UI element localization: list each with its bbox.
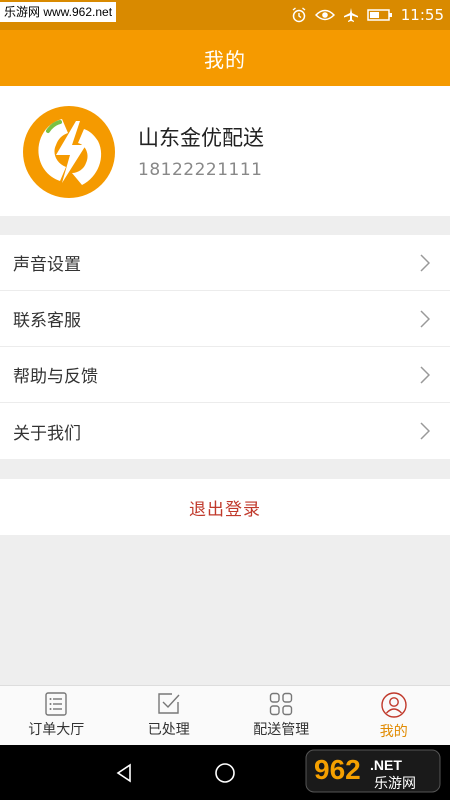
logout-button[interactable]: 退出登录 [0, 479, 450, 535]
airplane-icon [343, 8, 358, 22]
tab-order-hall[interactable]: 订单大厅 [0, 686, 113, 745]
chevron-right-icon [420, 254, 430, 272]
profile-card[interactable]: 山东金优配送 18122221111 [0, 86, 450, 216]
chevron-right-icon [420, 422, 430, 440]
menu-item-about-us[interactable]: 关于我们 [0, 403, 450, 459]
menu-item-label: 帮助与反馈 [13, 367, 98, 387]
check-box-icon [158, 693, 180, 714]
back-triangle-icon [116, 763, 131, 782]
menu-item-label: 声音设置 [13, 255, 81, 275]
watermark-number: 962 [314, 754, 361, 785]
user-icon [381, 692, 407, 718]
eye-icon [314, 9, 335, 21]
menu-item-sound-settings[interactable]: 声音设置 [0, 235, 450, 291]
page-title: 我的 [204, 47, 246, 72]
settings-menu: 声音设置 联系客服 帮助与反馈 关于我们 [0, 235, 450, 459]
alarm-icon [292, 7, 306, 23]
back-button[interactable] [94, 745, 154, 800]
menu-item-label: 联系客服 [13, 311, 81, 331]
watermark-top: 乐游网 www.962.net [0, 2, 117, 22]
tab-label: 已处理 [147, 722, 190, 738]
home-button[interactable] [195, 745, 255, 800]
tab-label: 我的 [379, 724, 408, 740]
menu-item-help-feedback[interactable]: 帮助与反馈 [0, 347, 450, 403]
watermark-subtext: 乐游网 [374, 776, 416, 792]
battery-icon [367, 9, 392, 21]
menu-item-label: 关于我们 [13, 423, 81, 444]
status-time: 11:55 [400, 6, 444, 24]
tab-processed[interactable]: 已处理 [113, 686, 226, 745]
status-icons: 11:55 [291, 0, 444, 30]
company-logo-icon [23, 106, 115, 198]
watermark-suffix: .NET [370, 757, 402, 773]
bottom-tab-bar: 订单大厅 已处理 配送管理 我的 [0, 685, 450, 745]
watermark-logo: 962 .NET 乐游网 [305, 749, 441, 793]
status-bar: 乐游网 www.962.net 11:55 [0, 0, 450, 30]
tab-label: 订单大厅 [28, 722, 85, 738]
tab-mine[interactable]: 我的 [338, 686, 450, 745]
profile-name: 山东金优配送 [138, 126, 264, 150]
list-icon [45, 692, 67, 716]
logout-label: 退出登录 [189, 499, 261, 520]
grid-icon [270, 692, 293, 716]
profile-phone: 18122221111 [138, 160, 263, 180]
page-header: 我的 [0, 30, 450, 86]
tab-label: 配送管理 [253, 722, 310, 738]
screen: 乐游网 www.962.net 11:55 我的 山东金优配送 18122221… [0, 0, 450, 800]
chevron-right-icon [420, 366, 430, 384]
tab-delivery-management[interactable]: 配送管理 [225, 686, 338, 745]
menu-item-contact-support[interactable]: 联系客服 [0, 291, 450, 347]
chevron-right-icon [420, 310, 430, 328]
home-circle-icon [215, 762, 235, 783]
